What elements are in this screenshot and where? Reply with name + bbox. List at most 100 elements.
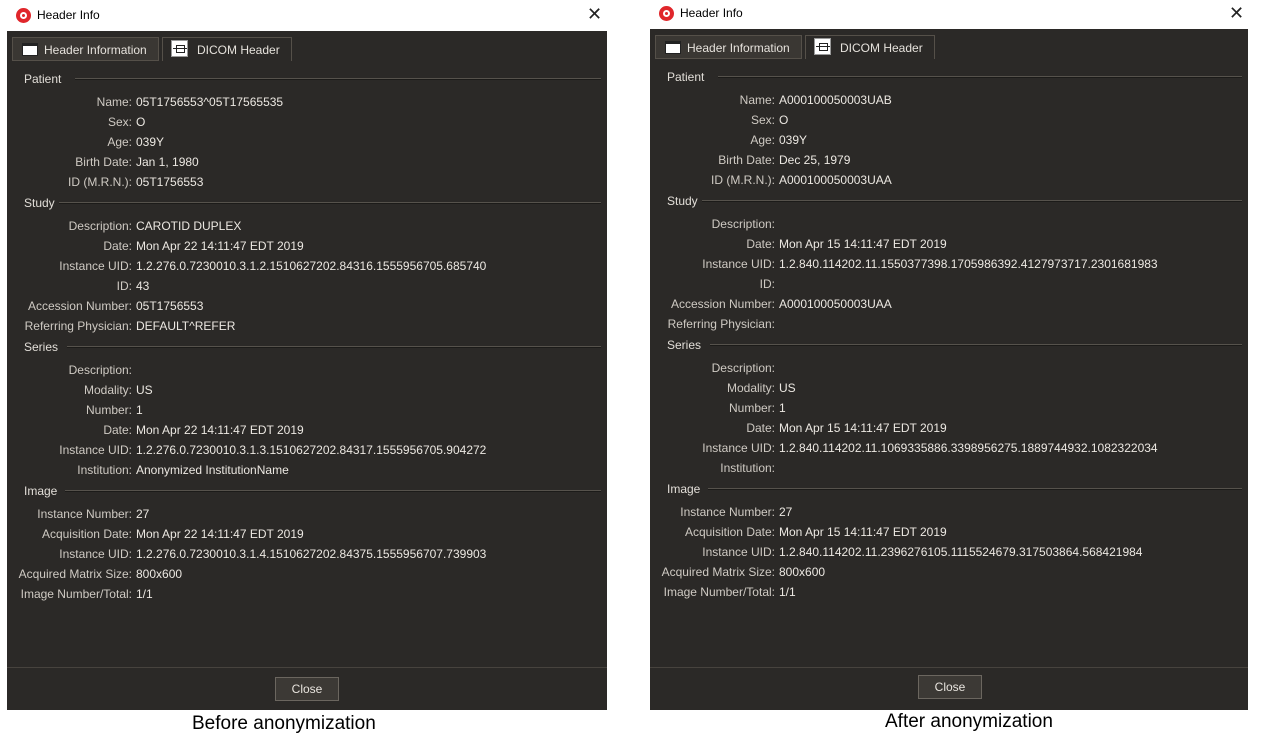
label-institution: Institution: [720, 461, 775, 475]
header-info-window-before: Header Info ✕ Header Information DICOM H… [7, 0, 607, 710]
section-study: Study [667, 194, 698, 208]
section-divider [65, 490, 601, 492]
label-number: Number: [728, 401, 775, 415]
value-id-mrn: A000100050003UAA [779, 173, 892, 187]
value-instance-number: 27 [136, 507, 150, 521]
value-accession-number: A000100050003UAA [779, 297, 892, 311]
label-acquisition-date: Acquisition Date: [41, 527, 132, 541]
label-name: Name: [739, 93, 775, 107]
value-series-date: Mon Apr 22 14:11:47 EDT 2019 [136, 423, 304, 437]
value-study-description: CAROTID DUPLEX [136, 219, 242, 233]
section-divider [75, 78, 601, 80]
tab-label: Header Information [687, 41, 790, 55]
dicom-content: Patient Name: 05T1756553^05T17565535 Sex… [7, 62, 607, 668]
label-birth-date: Birth Date: [718, 153, 775, 167]
label-referring-physician: Referring Physician: [667, 317, 775, 331]
tab-label: DICOM Header [197, 43, 280, 57]
value-study-instance-uid: 1.2.276.0.7230010.3.1.2.1510627202.84316… [136, 259, 487, 273]
window-icon [665, 41, 681, 54]
value-image-number-total: 1/1 [779, 585, 796, 599]
label-image-number-total: Image Number/Total: [20, 587, 132, 601]
label-instance-uid: Instance UID: [59, 547, 132, 561]
value-birth-date: Dec 25, 1979 [779, 153, 851, 167]
tab-bar: Header Information DICOM Header [7, 31, 607, 62]
label-sex: Sex: [750, 113, 775, 127]
value-series-instance-uid: 1.2.276.0.7230010.3.1.3.1510627202.84317… [136, 443, 487, 457]
value-acquisition-date: Mon Apr 15 14:11:47 EDT 2019 [779, 525, 947, 539]
dicom-icon [814, 38, 831, 55]
value-study-date: Mon Apr 22 14:11:47 EDT 2019 [136, 239, 304, 253]
value-study-id: 43 [136, 279, 150, 293]
label-instance-number: Instance Number: [37, 507, 132, 521]
section-divider [67, 346, 601, 348]
value-acquisition-date: Mon Apr 22 14:11:47 EDT 2019 [136, 527, 304, 541]
window-close-icon[interactable]: ✕ [1229, 4, 1244, 22]
tab-header-information[interactable]: Header Information [655, 35, 802, 59]
close-button[interactable]: Close [275, 677, 339, 701]
label-accession-number: Accession Number: [27, 299, 132, 313]
label-instance-uid: Instance UID: [59, 443, 132, 457]
dicom-icon [171, 40, 188, 57]
title-bar: Header Info ✕ [650, 0, 1248, 29]
caption-before: Before anonymization [192, 713, 376, 734]
close-button[interactable]: Close [918, 675, 982, 699]
tab-bar: Header Information DICOM Header [650, 29, 1248, 60]
tab-label: DICOM Header [840, 41, 923, 55]
footer: Close [7, 667, 607, 710]
label-institution: Institution: [77, 463, 132, 477]
value-series-instance-uid: 1.2.840.114202.11.1069335886.3398956275.… [779, 441, 1158, 455]
label-date: Date: [103, 239, 132, 253]
section-series: Series [667, 338, 702, 352]
value-modality: US [779, 381, 796, 395]
window-close-icon[interactable]: ✕ [587, 5, 602, 23]
value-id-mrn: 05T1756553 [136, 175, 204, 189]
tab-label: Header Information [44, 43, 147, 57]
label-name: Name: [96, 95, 132, 109]
label-age: Age: [107, 135, 132, 149]
label-description: Description: [68, 363, 132, 377]
value-series-number: 1 [136, 403, 143, 417]
app-logo-icon [659, 6, 674, 21]
value-series-number: 1 [779, 401, 786, 415]
label-instance-uid: Instance UID: [702, 545, 775, 559]
tab-header-information[interactable]: Header Information [12, 37, 159, 61]
tab-dicom-header[interactable]: DICOM Header [805, 35, 935, 59]
value-study-instance-uid: 1.2.840.114202.11.1550377398.1705986392.… [779, 257, 1158, 271]
label-birth-date: Birth Date: [75, 155, 132, 169]
label-image-number-total: Image Number/Total: [663, 585, 775, 599]
section-patient: Patient [24, 72, 62, 86]
tab-dicom-header[interactable]: DICOM Header [162, 37, 292, 61]
section-study: Study [24, 196, 55, 210]
value-acquired-matrix-size: 800x600 [779, 565, 826, 579]
value-referring-physician: DEFAULT^REFER [136, 319, 236, 333]
value-study-date: Mon Apr 15 14:11:47 EDT 2019 [779, 237, 947, 251]
section-patient: Patient [667, 70, 705, 84]
section-divider [710, 344, 1242, 346]
title-bar: Header Info ✕ [7, 0, 607, 31]
label-id: ID: [759, 277, 775, 291]
value-instance-number: 27 [779, 505, 793, 519]
value-image-instance-uid: 1.2.276.0.7230010.3.1.4.1510627202.84375… [136, 547, 487, 561]
label-date: Date: [746, 421, 775, 435]
label-date: Date: [746, 237, 775, 251]
value-patient-sex: O [136, 115, 146, 129]
value-patient-age: 039Y [136, 135, 165, 149]
value-birth-date: Jan 1, 1980 [136, 155, 199, 169]
label-number: Number: [85, 403, 132, 417]
value-series-date: Mon Apr 15 14:11:47 EDT 2019 [779, 421, 947, 435]
section-image: Image [667, 482, 701, 496]
section-divider [708, 488, 1242, 490]
label-acquired-matrix-size: Acquired Matrix Size: [661, 565, 775, 579]
value-patient-name: A000100050003UAB [779, 93, 892, 107]
footer: Close [650, 667, 1248, 710]
value-image-instance-uid: 1.2.840.114202.11.2396276105.1115524679.… [779, 545, 1143, 559]
section-divider [702, 200, 1242, 202]
label-date: Date: [103, 423, 132, 437]
app-logo-icon [16, 8, 31, 23]
label-description: Description: [711, 217, 775, 231]
label-instance-number: Instance Number: [680, 505, 775, 519]
label-id: ID: [116, 279, 132, 293]
section-divider [718, 76, 1242, 78]
dicom-content: Patient Name: A000100050003UAB Sex: O Ag… [650, 60, 1248, 668]
value-modality: US [136, 383, 153, 397]
